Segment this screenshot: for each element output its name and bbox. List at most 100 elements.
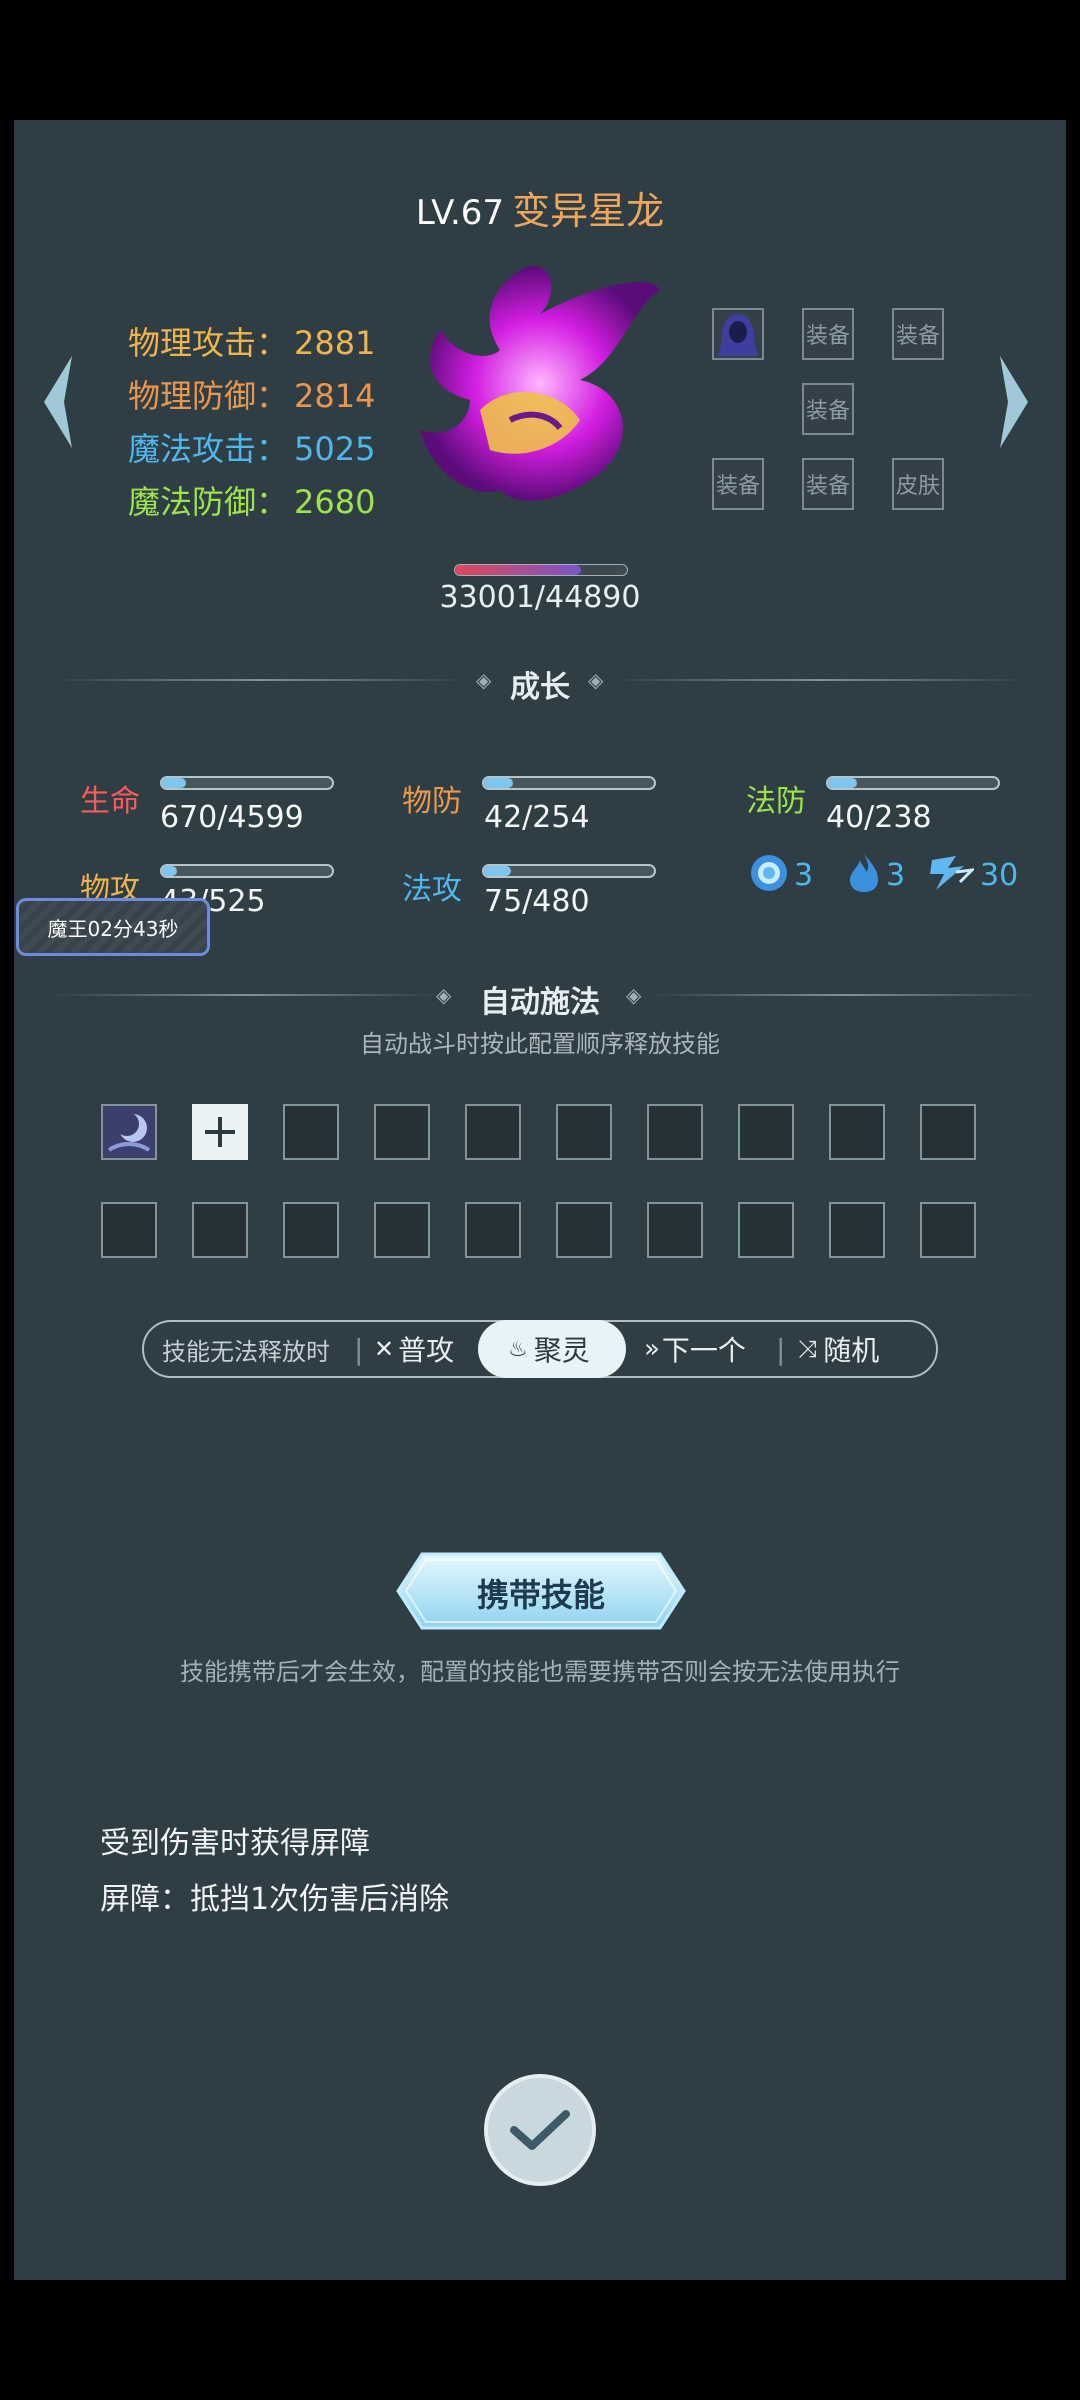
stat-value: 2814 xyxy=(294,377,376,415)
stat-label: 魔法攻击： xyxy=(128,430,289,468)
flame-outline-icon: ♨ xyxy=(508,1336,528,1362)
option-basic-attack[interactable]: ✕ 普攻 xyxy=(374,1322,454,1376)
growth-bar-patk xyxy=(160,864,334,878)
growth-label-mdef: 法防 xyxy=(746,784,806,819)
blue-flame-icon xyxy=(846,852,882,894)
option-gather-spirit[interactable]: ♨ 聚灵 xyxy=(508,1322,590,1376)
option-random[interactable]: ⤨ 随机 xyxy=(798,1322,879,1376)
skill-slot-20[interactable] xyxy=(920,1202,976,1258)
skill-slot-17[interactable] xyxy=(647,1202,703,1258)
growth-label-matk: 法攻 xyxy=(402,872,462,907)
auto-cast-title: 自动施法 xyxy=(480,985,600,1020)
growth-bar-mdef xyxy=(826,776,1000,790)
pet-level: LV.67 xyxy=(415,193,505,233)
skill-slot-15[interactable] xyxy=(465,1202,521,1258)
equip-slot-4[interactable]: 装备 xyxy=(802,383,854,435)
skill-slot-12[interactable] xyxy=(192,1202,248,1258)
ornament-icon: ◈ xyxy=(588,668,604,692)
crossed-swords-icon: ✕ xyxy=(374,1335,395,1363)
stat-phys-attack: 物理攻击： 2881 xyxy=(128,318,375,364)
equip-slot-6[interactable]: 装备 xyxy=(802,458,854,510)
skin-slot[interactable]: 皮肤 xyxy=(892,458,944,510)
confirm-button[interactable] xyxy=(484,2074,596,2186)
carry-hint: 技能携带后才会生效，配置的技能也需要携带否则会按无法使用执行 xyxy=(180,1658,900,1686)
stat-magic-defense: 魔法防御： 2680 xyxy=(128,477,375,523)
growth-value-pdef: 42/254 xyxy=(484,800,590,835)
plus-icon xyxy=(205,1117,235,1147)
skill-slot-19[interactable] xyxy=(829,1202,885,1258)
growth-bar-fill xyxy=(162,778,186,788)
option-label: 下一个 xyxy=(661,1334,746,1367)
fallback-label: 技能无法释放时 xyxy=(162,1337,330,1366)
blue-orb-icon xyxy=(748,852,790,894)
skill-slot-1[interactable] xyxy=(101,1104,157,1160)
prev-pet-arrow-icon[interactable] xyxy=(38,352,78,452)
skill-slot-8[interactable] xyxy=(738,1104,794,1160)
divider: | xyxy=(354,1332,364,1366)
skill-slot-6[interactable] xyxy=(556,1104,612,1160)
skill-slot-13[interactable] xyxy=(283,1202,339,1258)
add-skill-button[interactable] xyxy=(192,1104,248,1160)
hp-bar xyxy=(454,564,628,576)
skill-slot-14[interactable] xyxy=(374,1202,430,1258)
stat-label: 物理防御： xyxy=(128,377,289,415)
option-next[interactable]: » 下一个 xyxy=(644,1322,746,1376)
growth-value-matk: 75/480 xyxy=(484,884,590,919)
skill-slot-9[interactable] xyxy=(829,1104,885,1160)
divider xyxy=(650,994,1040,996)
skill-slot-18[interactable] xyxy=(738,1202,794,1258)
equip-slot-5[interactable]: 装备 xyxy=(712,458,764,510)
equip-slot-3[interactable]: 装备 xyxy=(892,308,944,360)
option-label: 普攻 xyxy=(398,1334,455,1367)
equip-slot-1[interactable] xyxy=(712,308,764,360)
stat-value: 5025 xyxy=(294,430,376,468)
lightning-feet-icon xyxy=(926,852,977,894)
checkmark-icon xyxy=(510,2110,570,2150)
option-label: 聚灵 xyxy=(533,1334,590,1367)
fallback-toggle: 技能无法释放时 | ✕ 普攻 ♨ 聚灵 » 下一个 | ⤨ 随机 xyxy=(142,1320,938,1378)
pet-title: LV.67 变异星龙 xyxy=(0,180,1080,235)
ornament-icon: ◈ xyxy=(476,668,492,692)
orb-count: 3 xyxy=(794,858,814,893)
skill-slot-4[interactable] xyxy=(374,1104,430,1160)
shuffle-icon: ⤨ xyxy=(798,1335,818,1363)
flame-count: 3 xyxy=(886,858,906,893)
growth-title: 成长 xyxy=(510,670,570,705)
skill-description-line1: 受到伤害时获得屏障 xyxy=(100,1826,370,1861)
skill-slot-3[interactable] xyxy=(283,1104,339,1160)
growth-bar-hp xyxy=(160,776,334,790)
divider xyxy=(50,679,470,681)
growth-bar-fill xyxy=(484,778,513,788)
divider: | xyxy=(776,1332,786,1366)
moon-skill-icon xyxy=(103,1106,155,1158)
auto-cast-subtitle: 自动战斗时按此配置顺序释放技能 xyxy=(360,1030,720,1058)
growth-bar-matk xyxy=(482,864,656,878)
option-label: 随机 xyxy=(823,1334,880,1367)
growth-label-hp: 生命 xyxy=(80,784,140,819)
hp-bar-fill xyxy=(455,565,582,575)
stat-label: 物理攻击： xyxy=(128,324,289,362)
growth-value-hp: 670/4599 xyxy=(160,800,304,835)
divider xyxy=(50,994,440,996)
stat-label: 魔法防御： xyxy=(128,483,289,521)
pet-name: 变异星龙 xyxy=(512,189,665,233)
next-pet-arrow-icon[interactable] xyxy=(994,352,1034,452)
equip-slot-2[interactable]: 装备 xyxy=(802,308,854,360)
carry-skill-label: 携带技能 xyxy=(476,1576,605,1614)
skill-slot-10[interactable] xyxy=(920,1104,976,1160)
ornament-icon: ◈ xyxy=(626,983,642,1007)
growth-bar-fill xyxy=(484,866,512,876)
divider xyxy=(610,679,1030,681)
skill-slot-16[interactable] xyxy=(556,1202,612,1258)
skill-slot-7[interactable] xyxy=(647,1104,703,1160)
skill-description-line2: 屏障：抵挡1次伤害后消除 xyxy=(100,1882,450,1917)
growth-bar-fill xyxy=(828,778,857,788)
double-chevron-icon: » xyxy=(644,1334,660,1364)
hp-text: 33001/44890 xyxy=(439,580,641,615)
growth-bar-fill xyxy=(162,866,178,876)
stat-magic-attack: 魔法攻击： 5025 xyxy=(128,424,375,470)
skill-slot-5[interactable] xyxy=(465,1104,521,1160)
skill-slot-11[interactable] xyxy=(101,1202,157,1258)
boss-timer-badge[interactable]: 魔王02分43秒 xyxy=(16,898,210,956)
pet-dragon-image xyxy=(410,250,670,520)
